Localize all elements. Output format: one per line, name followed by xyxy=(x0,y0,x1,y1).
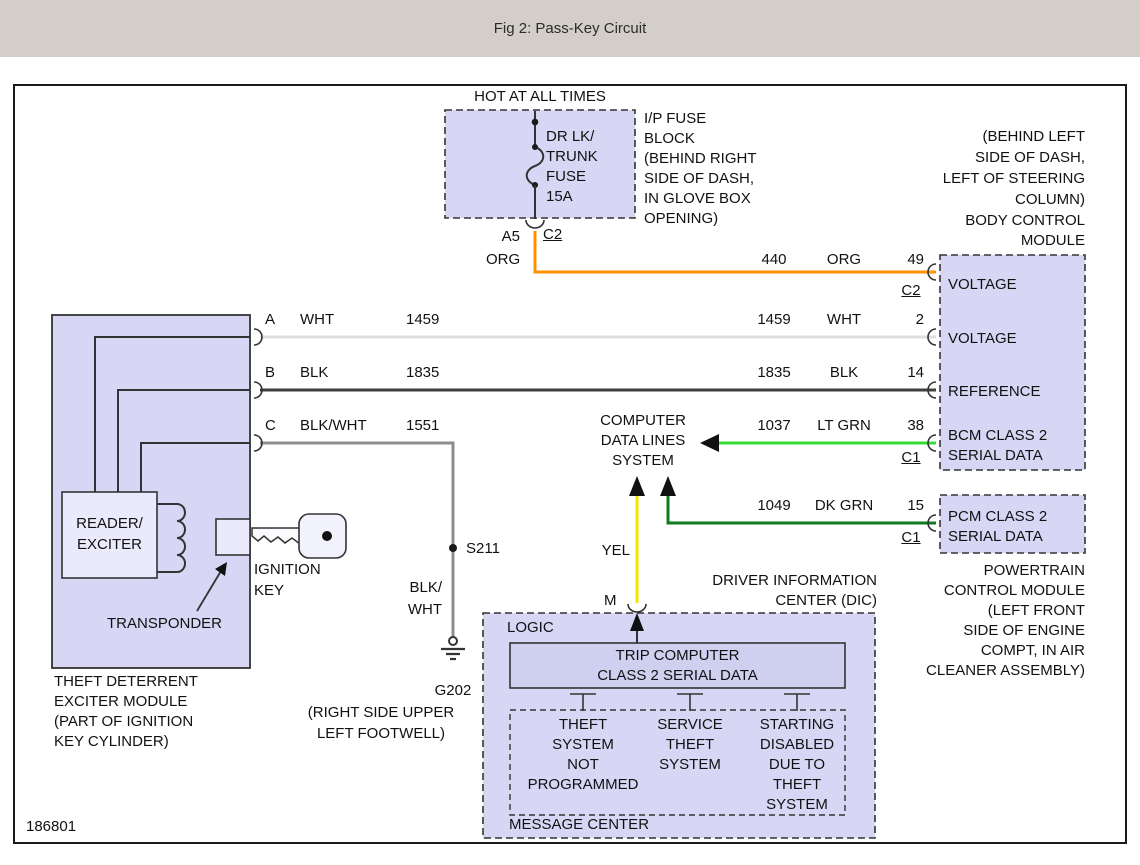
theft-deterrent-module-label: THEFT DETERRENT EXCITER MODULE (PART OF … xyxy=(54,672,246,752)
computer-data-lines-label: COMPUTER DATA LINES SYSTEM xyxy=(583,411,703,471)
trip-computer-label: TRIP COMPUTER CLASS 2 SERIAL DATA xyxy=(512,646,843,686)
wire-wht-terminal-label: A xyxy=(265,310,275,330)
wire-wht-circuit-label: 1459 xyxy=(750,310,798,330)
hot-at-all-times-label: HOT AT ALL TIMES xyxy=(452,87,628,107)
bcm-location-label: (BEHIND LEFT SIDE OF DASH, LEFT OF STEER… xyxy=(925,126,1085,210)
wire-blk-circuit-label: 1835 xyxy=(750,363,798,383)
message-starting-disabled: STARTING DISABLED DUE TO THEFT SYSTEM xyxy=(745,715,849,815)
wire-org-circuit-label: 440 xyxy=(750,250,798,270)
wire-blk-color-label: BLK xyxy=(806,363,882,383)
ignition-key-label: IGNITION KEY xyxy=(254,559,321,601)
wire-lt-grn-connector-label: C1 xyxy=(898,448,924,468)
wire-wht-left-circuit-label: 1459 xyxy=(406,310,439,330)
wire-dk-grn-pin-label: 15 xyxy=(892,496,924,516)
splice-dot-s211 xyxy=(449,544,457,552)
bcm-pin-voltage-2-label: VOLTAGE xyxy=(948,329,1017,349)
wire-yel-color-label: YEL xyxy=(598,541,630,561)
wire-org-color-label: ORG xyxy=(806,250,882,270)
wire-org-connector-label: C2 xyxy=(898,281,924,301)
fuse-bus-dot xyxy=(532,119,539,126)
key-head-hole xyxy=(322,531,332,541)
fuse-label: DR LK/ TRUNK FUSE 15A xyxy=(546,127,630,207)
transponder-box xyxy=(216,519,250,555)
reader-exciter-label: READER/ EXCITER xyxy=(62,513,157,555)
ground-id-label: G202 xyxy=(424,681,482,701)
wire-lt-grn-circuit-label: 1037 xyxy=(750,416,798,436)
wire-blk-left-circuit-label: 1835 xyxy=(406,363,439,383)
dic-title-label: DRIVER INFORMATION CENTER (DIC) xyxy=(693,571,877,611)
wire-dk-grn-connector-label: C1 xyxy=(898,528,924,548)
wire-blk-wht-left-circuit-label: 1551 xyxy=(406,416,439,436)
wire-yel-pin-label: M xyxy=(604,591,617,611)
wire-dk-grn-color-label: DK GRN xyxy=(806,496,882,516)
wire-wht-left-color-label: WHT xyxy=(300,310,334,330)
wire-wht-pin-label: 2 xyxy=(892,310,924,330)
message-theft-not-programmed: THEFT SYSTEM NOT PROGRAMMED xyxy=(521,715,645,795)
wire-org-pin-label: 49 xyxy=(892,250,924,270)
message-service-theft-system: SERVICE THEFT SYSTEM xyxy=(640,715,740,775)
pcm-name-label: PCM CLASS 2 SERIAL DATA xyxy=(948,507,1047,547)
pcm-location-label: POWERTRAIN CONTROL MODULE (LEFT FRONT SI… xyxy=(913,561,1085,681)
ground-wire-color-label: BLK/ WHT xyxy=(396,577,442,621)
wire-blk-pin-label: 14 xyxy=(892,363,924,383)
fuse-pin-label: A5 xyxy=(490,227,520,247)
bcm-name-label: BODY CONTROL MODULE xyxy=(925,211,1085,251)
wire-lt-grn-pin-label: 38 xyxy=(892,416,924,436)
wiring-diagram-page: Fig 2: Pass-Key Circuit xyxy=(0,0,1140,865)
bcm-pin-reference-label: REFERENCE xyxy=(948,382,1041,402)
wire-blk-wht-terminal-label: C xyxy=(265,416,276,436)
wire-dk-grn-circuit-label: 1049 xyxy=(750,496,798,516)
bcm-pin-serial-data-label: BCM CLASS 2 SERIAL DATA xyxy=(948,426,1047,466)
wire-wht-color-label: WHT xyxy=(806,310,882,330)
wire-blk-terminal-label: B xyxy=(265,363,275,383)
dic-logic-label: LOGIC xyxy=(507,618,554,638)
bcm-pin-voltage-1-label: VOLTAGE xyxy=(948,275,1017,295)
wire-org-left-color-label: ORG xyxy=(486,250,520,270)
wire-lt-grn-color-label: LT GRN xyxy=(806,416,882,436)
transponder-label: TRANSPONDER xyxy=(107,614,222,634)
diagram-number: 186801 xyxy=(26,817,76,837)
message-center-label: MESSAGE CENTER xyxy=(509,815,649,835)
splice-s211-label: S211 xyxy=(466,539,500,559)
wire-blk-wht-left-color-label: BLK/WHT xyxy=(300,416,367,436)
wire-blk-left-color-label: BLK xyxy=(300,363,328,383)
fuse-block-location-label: I/P FUSE BLOCK (BEHIND RIGHT SIDE OF DAS… xyxy=(644,109,796,229)
fuse-connector-label: C2 xyxy=(543,225,562,245)
fuse-terminal-top-dot xyxy=(532,144,538,150)
ground-location-label: (RIGHT SIDE UPPER LEFT FOOTWELL) xyxy=(295,702,467,744)
